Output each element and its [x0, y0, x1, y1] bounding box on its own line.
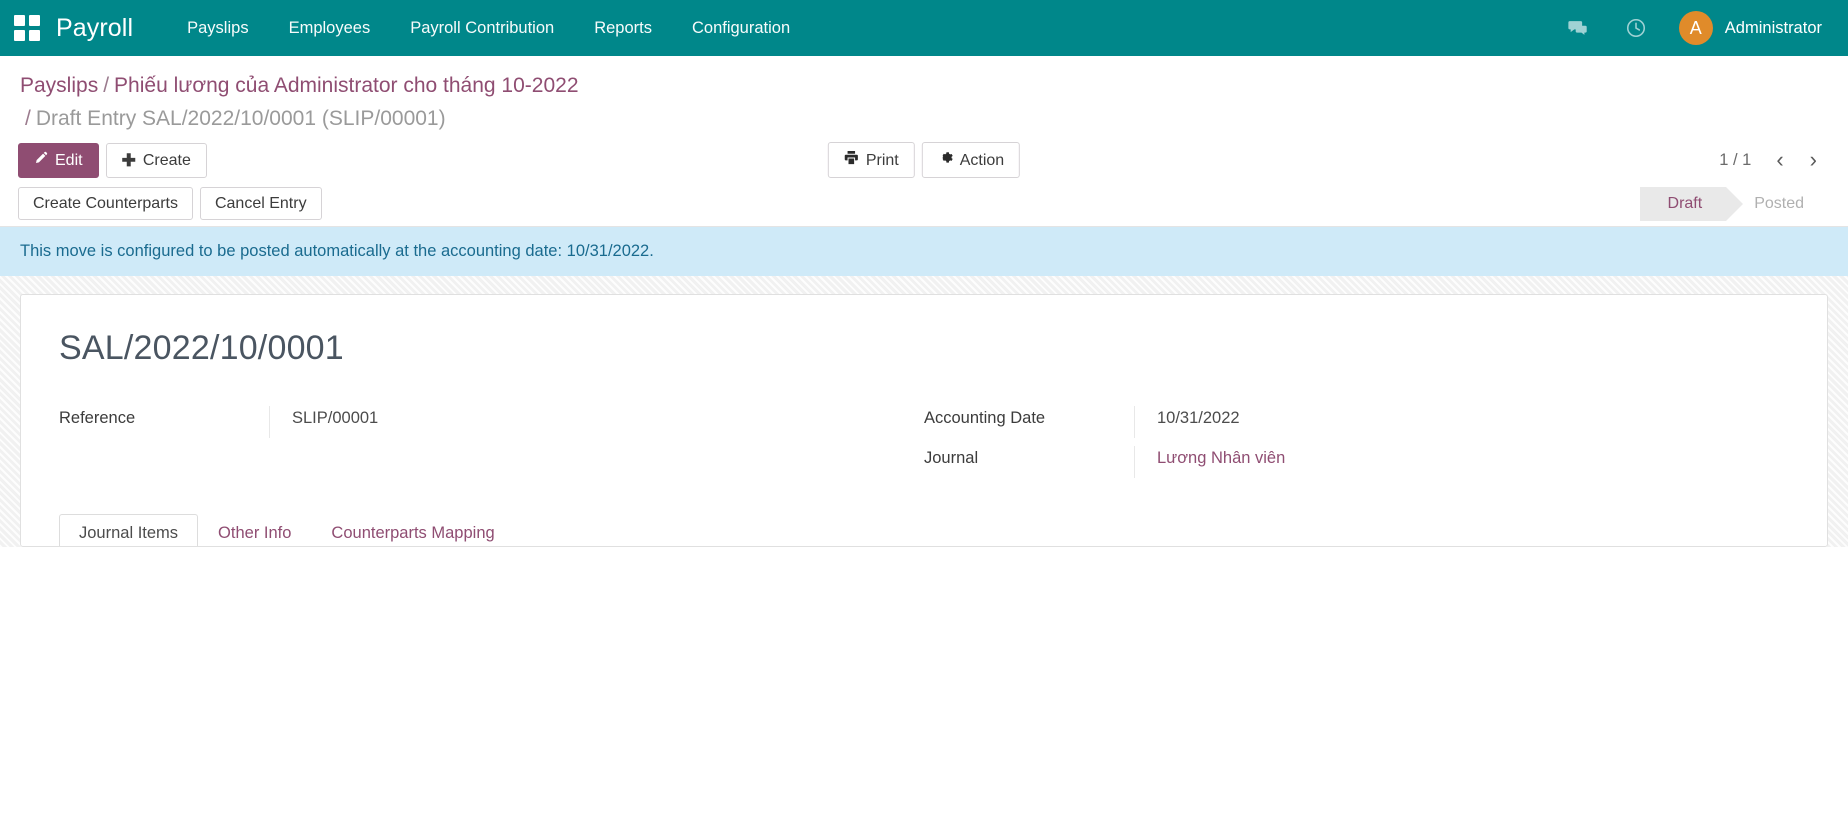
edit-button[interactable]: Edit [18, 143, 99, 178]
field-journal-label: Journal [924, 446, 1134, 468]
notebook-tabs: Journal Items Other Info Counterparts Ma… [59, 514, 1789, 547]
edit-button-label: Edit [55, 151, 83, 170]
printer-icon [844, 150, 859, 170]
form-column-left: Reference SLIP/00001 [59, 406, 924, 486]
form-column-right: Accounting Date 10/31/2022 Journal Lương… [924, 406, 1789, 486]
navbar-right-tools: A Administrator [1549, 11, 1826, 45]
pager-count: 1 / 1 [1719, 151, 1761, 170]
user-menu[interactable]: A Administrator [1665, 11, 1826, 45]
breadcrumb-item-current: Draft Entry SAL/2022/10/0001 (SLIP/00001… [36, 107, 446, 130]
status-badge-draft[interactable]: Draft [1640, 187, 1727, 221]
avatar: A [1679, 11, 1713, 45]
create-button-label: Create [143, 151, 191, 170]
clock-icon[interactable] [1607, 17, 1665, 39]
tab-other-info[interactable]: Other Info [198, 514, 311, 547]
field-journal: Journal Lương Nhân viên [924, 446, 1741, 480]
tab-journal-items[interactable]: Journal Items [59, 514, 198, 547]
workflow-buttons: Create Counterparts Cancel Entry [18, 187, 322, 220]
pencil-icon [34, 151, 48, 170]
status-indicator: Draft Posted [1640, 187, 1828, 221]
breadcrumb-separator-2: / [20, 107, 36, 130]
menu-item-employees[interactable]: Employees [269, 2, 391, 55]
field-reference-label: Reference [59, 406, 269, 428]
print-button-label: Print [866, 151, 899, 170]
field-accounting-date-label: Accounting Date [924, 406, 1134, 428]
action-button[interactable]: Action [922, 142, 1020, 178]
pager: 1 / 1 ‹ › [1719, 147, 1828, 173]
field-accounting-date-value[interactable]: 10/31/2022 [1134, 406, 1741, 438]
pager-previous-button[interactable]: ‹ [1765, 147, 1794, 173]
user-name-label: Administrator [1725, 19, 1822, 38]
menu-item-reports[interactable]: Reports [574, 2, 672, 55]
status-bar-row: Create Counterparts Cancel Entry Draft P… [0, 181, 1848, 227]
top-navbar: Payroll Payslips Employees Payroll Contr… [0, 0, 1848, 56]
app-brand-payroll[interactable]: Payroll [56, 14, 133, 43]
apps-grid-icon[interactable] [14, 15, 40, 41]
field-reference-value[interactable]: SLIP/00001 [269, 406, 876, 438]
gear-icon [938, 150, 953, 170]
print-button[interactable]: Print [828, 142, 915, 178]
auto-post-alert: This move is configured to be posted aut… [0, 227, 1848, 276]
tab-counterparts-mapping[interactable]: Counterparts Mapping [311, 514, 514, 547]
breadcrumb-separator-1: / [98, 74, 114, 97]
field-accounting-date: Accounting Date 10/31/2022 [924, 406, 1741, 440]
create-counterparts-button[interactable]: Create Counterparts [18, 187, 193, 220]
cancel-entry-button[interactable]: Cancel Entry [200, 187, 322, 220]
action-button-label: Action [960, 151, 1004, 170]
field-journal-value[interactable]: Lương Nhân viên [1134, 446, 1741, 478]
control-panel: Edit ✚ Create Print Action 1 / 1 ‹ › [0, 139, 1848, 181]
breadcrumb: Payslips/Phiếu lương của Administrator c… [0, 56, 1848, 139]
pager-next-button[interactable]: › [1799, 147, 1828, 173]
main-menu: Payslips Employees Payroll Contribution … [167, 2, 810, 55]
form-fields: Reference SLIP/00001 Accounting Date 10/… [59, 406, 1789, 486]
field-reference: Reference SLIP/00001 [59, 406, 876, 440]
record-actions: Edit ✚ Create [18, 143, 207, 178]
form-sheet-background: SAL/2022/10/0001 Reference SLIP/00001 Ac… [0, 276, 1848, 547]
menu-item-payslips[interactable]: Payslips [167, 2, 268, 55]
control-panel-center-actions: Print Action [828, 142, 1020, 178]
plus-icon: ✚ [122, 152, 136, 169]
breadcrumb-item-payslips[interactable]: Payslips [20, 74, 98, 97]
form-sheet: SAL/2022/10/0001 Reference SLIP/00001 Ac… [20, 294, 1828, 547]
menu-item-payroll-contribution[interactable]: Payroll Contribution [390, 2, 574, 55]
create-button[interactable]: ✚ Create [106, 143, 207, 178]
page-title: SAL/2022/10/0001 [59, 329, 1789, 368]
menu-item-configuration[interactable]: Configuration [672, 2, 810, 55]
breadcrumb-item-payslip[interactable]: Phiếu lương của Administrator cho tháng … [114, 74, 578, 97]
chat-bubble-icon[interactable] [1549, 17, 1607, 39]
